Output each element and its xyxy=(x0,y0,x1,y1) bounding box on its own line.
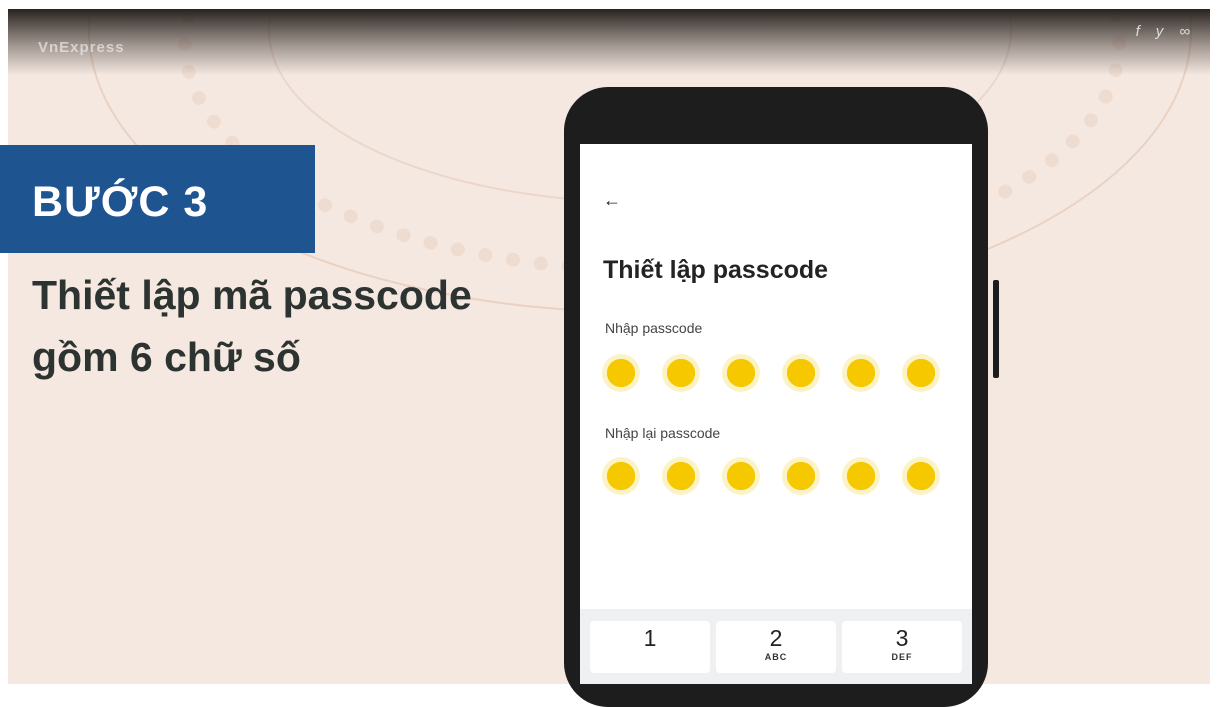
key-letters: ABC xyxy=(764,652,788,662)
passcode-dot xyxy=(782,354,820,392)
twitter-icon[interactable]: y xyxy=(1156,23,1164,40)
key-number: 2 xyxy=(769,625,783,651)
key-number: 1 xyxy=(643,625,657,651)
reenter-passcode-dots xyxy=(602,457,940,495)
key-1[interactable]: 1 xyxy=(590,621,710,673)
key-number: 3 xyxy=(895,625,909,651)
facebook-icon[interactable]: f xyxy=(1136,23,1140,40)
step-description: Thiết lập mã passcode gồm 6 chữ số xyxy=(32,272,472,380)
brand-logo: VnExpress xyxy=(38,39,125,56)
key-letters: DEF xyxy=(891,652,913,662)
link-icon[interactable]: ∞ xyxy=(1179,23,1190,40)
passcode-dots xyxy=(602,354,940,392)
reenter-passcode-label: Nhập lại passcode xyxy=(605,425,721,441)
passcode-dot xyxy=(662,457,700,495)
phone-power-button xyxy=(993,280,999,378)
step-title: BƯỚC 3 xyxy=(32,178,209,226)
passcode-dot xyxy=(662,354,700,392)
passcode-dot xyxy=(722,354,760,392)
enter-passcode-label: Nhập passcode xyxy=(605,320,703,336)
back-arrow-icon[interactable]: ← xyxy=(603,190,621,211)
share-bar: f y ∞ xyxy=(1136,23,1190,40)
passcode-dot xyxy=(902,354,940,392)
passcode-dot xyxy=(782,457,820,495)
screen-title: Thiết lập passcode xyxy=(603,256,829,284)
key-3[interactable]: 3 DEF xyxy=(842,621,962,673)
passcode-dot xyxy=(842,354,880,392)
passcode-dot xyxy=(842,457,880,495)
top-overlay xyxy=(8,9,1210,75)
passcode-dot xyxy=(602,457,640,495)
key-2[interactable]: 2 ABC xyxy=(716,621,836,673)
passcode-dot xyxy=(602,354,640,392)
phone-screen: ← Thiết lập passcode Nhập passcode Nhập … xyxy=(580,144,972,684)
numeric-keypad: 1 2 ABC 3 DEF xyxy=(580,609,972,684)
passcode-dot xyxy=(902,457,940,495)
passcode-dot xyxy=(722,457,760,495)
